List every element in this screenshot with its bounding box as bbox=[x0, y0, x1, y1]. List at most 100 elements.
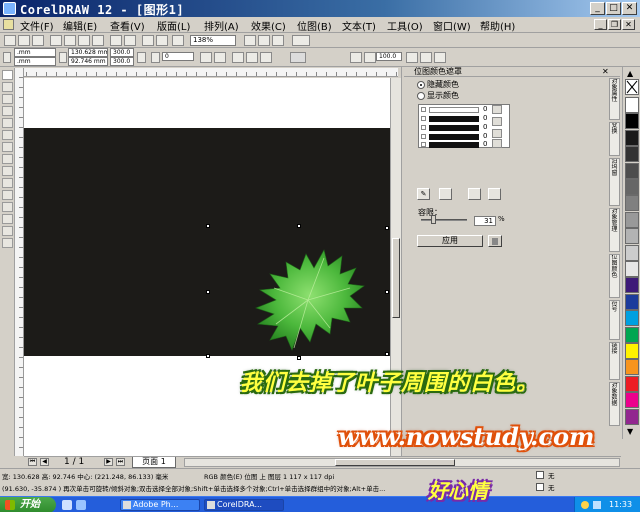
to-back-icon[interactable] bbox=[420, 52, 432, 63]
to-front-icon[interactable] bbox=[406, 52, 418, 63]
close-button[interactable]: ✕ bbox=[622, 2, 637, 15]
object-origin-icon[interactable] bbox=[3, 52, 11, 63]
polygon-tool-icon[interactable] bbox=[2, 166, 13, 176]
save-icon[interactable] bbox=[32, 35, 44, 46]
palette-swatch[interactable] bbox=[625, 261, 639, 277]
color-row-checkbox[interactable] bbox=[421, 107, 426, 112]
palette-swatch[interactable] bbox=[625, 97, 639, 113]
snap-objects-icon[interactable] bbox=[272, 35, 284, 46]
edit-color-icon[interactable] bbox=[439, 188, 452, 200]
export-icon[interactable] bbox=[156, 35, 168, 46]
show-colors-radio[interactable] bbox=[417, 92, 425, 100]
print-icon[interactable] bbox=[50, 35, 62, 46]
docker-tab-object-manager[interactable]: 对象管理 bbox=[609, 208, 620, 252]
import-icon[interactable] bbox=[142, 35, 154, 46]
menu-bitmaps[interactable]: 位图(B) bbox=[297, 18, 332, 33]
list-scroll-down-icon[interactable] bbox=[492, 139, 502, 148]
tolerance-value-field[interactable]: 31 bbox=[474, 216, 496, 226]
tolerance-slider-track[interactable] bbox=[421, 219, 467, 221]
selection-handle-bc[interactable] bbox=[297, 356, 301, 360]
palette-swatch[interactable] bbox=[625, 343, 639, 359]
menu-window[interactable]: 窗口(W) bbox=[433, 18, 471, 33]
shape-tool-icon[interactable] bbox=[2, 82, 13, 92]
docker-tab-docker[interactable]: 泊坞窗 bbox=[609, 158, 620, 206]
tolerance-slider-thumb[interactable] bbox=[431, 215, 436, 224]
horizontal-scrollbar[interactable] bbox=[184, 458, 620, 467]
list-edit-color-icon[interactable] bbox=[492, 117, 502, 126]
copy-icon[interactable] bbox=[78, 35, 90, 46]
selection-handle-tc[interactable] bbox=[297, 224, 301, 228]
palette-swatch[interactable] bbox=[625, 228, 639, 245]
doc-minimize-button[interactable]: _ bbox=[594, 19, 607, 30]
vertical-ruler[interactable] bbox=[15, 68, 24, 456]
zoom-level-select[interactable]: 138% bbox=[190, 35, 236, 46]
fill-tool-icon[interactable] bbox=[2, 238, 13, 248]
vertical-scrollbar[interactable] bbox=[390, 78, 401, 456]
apply-button[interactable]: 应用 bbox=[417, 235, 483, 247]
rotation-angle-field[interactable]: 0 bbox=[162, 52, 194, 61]
horizontal-ruler[interactable] bbox=[24, 68, 398, 77]
palette-swatch[interactable] bbox=[625, 179, 639, 195]
menu-text[interactable]: 文本(T) bbox=[342, 18, 376, 33]
open-icon[interactable] bbox=[18, 35, 30, 46]
palette-swatch[interactable] bbox=[625, 408, 639, 425]
first-page-icon[interactable]: ⏮ bbox=[28, 458, 37, 466]
snap-guides-icon[interactable] bbox=[258, 35, 270, 46]
palette-swatch[interactable] bbox=[625, 293, 639, 310]
palette-swatch[interactable] bbox=[625, 195, 639, 212]
paste-icon[interactable] bbox=[92, 35, 104, 46]
selection-handle-mr[interactable] bbox=[385, 290, 389, 294]
docker-tab-object-properties[interactable]: 对象属性 bbox=[609, 78, 620, 120]
color-selector-eyedropper-icon[interactable]: ✎ bbox=[417, 188, 430, 200]
remove-mask-button[interactable] bbox=[488, 235, 502, 247]
palette-swatch[interactable] bbox=[625, 310, 639, 327]
selection-handle-bl[interactable] bbox=[206, 354, 210, 358]
palette-swatch[interactable] bbox=[625, 129, 639, 146]
snap-grid-icon[interactable] bbox=[244, 35, 256, 46]
palette-swatch[interactable] bbox=[625, 211, 639, 228]
palette-swatch[interactable] bbox=[625, 113, 639, 130]
palette-swatch[interactable] bbox=[625, 146, 639, 163]
trace-bitmap-icon[interactable] bbox=[246, 52, 258, 63]
text-tool-icon[interactable] bbox=[2, 190, 13, 200]
new-icon[interactable] bbox=[4, 35, 16, 46]
drawing-canvas[interactable] bbox=[24, 78, 390, 456]
menu-layout[interactable]: 版面(L) bbox=[157, 18, 190, 33]
eyedropper-tool-icon[interactable] bbox=[2, 214, 13, 224]
docker-tab-transform[interactable]: 变换 bbox=[609, 122, 620, 156]
docker-tab-links[interactable]: 链接 bbox=[609, 342, 620, 380]
last-page-icon[interactable]: ⏭ bbox=[116, 458, 125, 466]
next-page-icon[interactable]: ▶ bbox=[104, 458, 113, 466]
color-row-checkbox[interactable] bbox=[421, 125, 426, 130]
edit-bitmap-icon[interactable] bbox=[232, 52, 244, 63]
size-icon[interactable] bbox=[59, 52, 67, 63]
outline-pen-icon[interactable] bbox=[364, 52, 376, 63]
palette-swatch[interactable] bbox=[625, 359, 639, 376]
palette-swatch[interactable] bbox=[625, 375, 639, 392]
tray-network-icon[interactable] bbox=[593, 501, 601, 509]
pick-tool-icon[interactable] bbox=[2, 70, 13, 80]
page-tab[interactable]: 页面 1 bbox=[132, 457, 176, 468]
quicklaunch-ie-icon[interactable] bbox=[62, 500, 72, 510]
palette-swatch[interactable] bbox=[625, 244, 639, 261]
menu-file[interactable]: 文件(F) bbox=[20, 18, 54, 33]
outline-width-field[interactable]: 100.0 bbox=[376, 52, 402, 61]
smart-fill-tool-icon[interactable] bbox=[2, 130, 13, 140]
scale-x-field[interactable]: 300.0 bbox=[110, 48, 134, 57]
redo-icon[interactable] bbox=[124, 35, 136, 46]
save-mask-icon[interactable] bbox=[488, 188, 501, 200]
undo-icon[interactable] bbox=[110, 35, 122, 46]
app-launcher-icon[interactable] bbox=[172, 35, 184, 46]
maximize-button[interactable]: □ bbox=[606, 2, 621, 15]
rectangle-tool-icon[interactable] bbox=[2, 142, 13, 152]
document-icon[interactable] bbox=[3, 19, 14, 30]
selection-handle-tl[interactable] bbox=[206, 224, 210, 228]
minimize-button[interactable]: _ bbox=[590, 2, 605, 15]
palette-swatch[interactable] bbox=[625, 326, 639, 343]
freehand-tool-icon[interactable] bbox=[2, 118, 13, 128]
tray-volume-icon[interactable] bbox=[581, 501, 589, 509]
menu-effects[interactable]: 效果(C) bbox=[251, 18, 286, 33]
bitmap-photo[interactable] bbox=[24, 128, 390, 356]
quicklaunch-desktop-icon[interactable] bbox=[76, 500, 86, 510]
scale-y-field[interactable]: 300.0 bbox=[110, 57, 134, 66]
